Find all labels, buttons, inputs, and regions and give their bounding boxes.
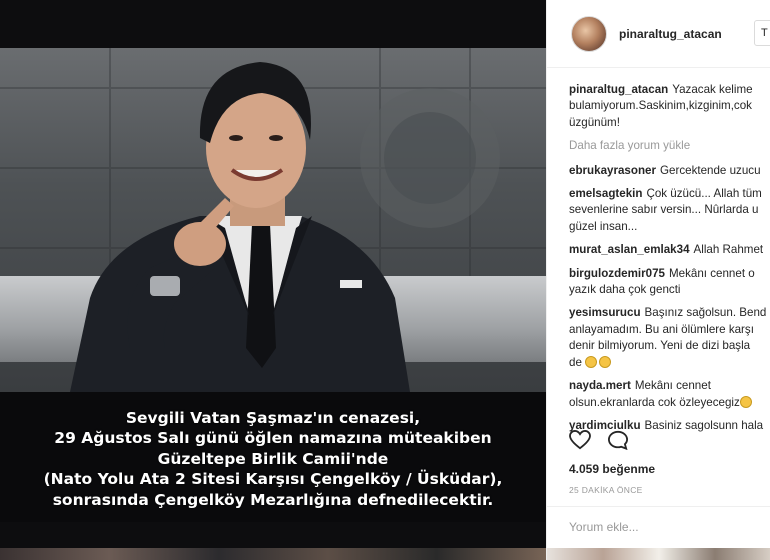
comment-text: Allah Rahmet — [693, 243, 764, 257]
comment-text: Mekânı cennet — [634, 379, 711, 393]
comment-list: pinaraltug_atacan Yazacak kelime bulamiyo… — [547, 68, 770, 434]
load-more-comments-link[interactable]: Daha fazla yorum yükle — [569, 138, 770, 154]
list-item: ebrukayrasoner Gercektende uzucu — [569, 163, 770, 179]
post-username[interactable]: pinaraltug_atacan — [619, 27, 722, 41]
related-thumbnails-strip — [0, 548, 546, 560]
comment-text: Basiniz sagolsunn hala — [644, 418, 764, 432]
comment-text: denir bilmiyorum. Yeni de dizi başla — [569, 339, 751, 353]
sad-face-emoji-icon — [739, 395, 752, 408]
image-caption-line: Sevgili Vatan Şaşmaz'ın cenazesi, — [125, 408, 421, 427]
sad-face-emoji-icon — [585, 355, 598, 368]
avatar[interactable] — [571, 15, 607, 52]
list-item: nayda.mert Mekânı cennet olsun.ekranlarda… — [569, 378, 770, 411]
image-caption-line: Güzeltepe Birlik Camii'nde — [157, 449, 389, 468]
post-media: Sevgili Vatan Şaşmaz'ın cenazesi, 29 Ağu… — [0, 0, 546, 560]
post-header: pinaraltug_atacan T — [547, 0, 770, 68]
heart-icon[interactable] — [569, 430, 591, 450]
post-actions — [569, 430, 629, 450]
comment-username[interactable]: murat_aslan_emlak34 — [569, 243, 690, 256]
post-photo — [0, 48, 546, 392]
follow-button[interactable]: T — [754, 20, 770, 46]
comment-username[interactable]: birgulozdemir075 — [569, 267, 665, 280]
comment-text: sevenlerine sabır versin... Nûrlarda u — [569, 203, 759, 217]
divider — [547, 506, 770, 507]
comment-username[interactable]: ebrukayrasoner — [569, 164, 656, 177]
list-item: emelsagtekin Çok üzücü... Allah tüm seven… — [569, 186, 770, 235]
post-timestamp: 25 DAKİKA ÖNCE — [569, 485, 643, 495]
comment-text: olsun.ekranlarda cok özleyecegiz — [569, 395, 740, 409]
post-caption: pinaraltug_atacan Yazacak kelime bulamiyo… — [569, 82, 769, 131]
man-in-suit-pointing-illustration — [0, 48, 546, 392]
comment-username[interactable]: emelsagtekin — [569, 187, 642, 200]
image-caption-line: sonrasında Çengelköy Mezarlığına defnedi… — [52, 490, 494, 509]
comment-text: yazık daha çok gencti — [569, 283, 681, 297]
add-comment-input[interactable]: Yorum ekle... — [569, 520, 639, 534]
likes-count[interactable]: 4.059 beğenme — [569, 462, 655, 476]
sad-face-emoji-icon — [599, 355, 612, 368]
comment-text: Mekânı cennet o — [669, 266, 755, 280]
related-thumbnails-strip — [547, 548, 770, 560]
list-item: birgulozdemir075 Mekânı cennet o yazık da… — [569, 266, 770, 299]
comment-text: Çok üzücü... Allah tüm — [646, 187, 762, 201]
image-caption-line: (Nato Yolu Ata 2 Sitesi Karşısı Çengelkö… — [43, 470, 503, 489]
comment-username[interactable]: yesimsurucu — [569, 306, 641, 319]
comment-bubble-icon[interactable] — [607, 430, 629, 450]
list-item: yesimsurucu Başınız sağolsun. Bend anlaya… — [569, 305, 770, 371]
list-item: murat_aslan_emlak34 Allah Rahmet — [569, 242, 770, 258]
comment-text: Gercektende uzucu — [660, 163, 761, 177]
comment-username[interactable]: nayda.mert — [569, 379, 631, 392]
comment-text: anlayamadım. Bu ani ölümlere karşı — [569, 322, 754, 336]
comment-text: Başınız sağolsun. Bend — [644, 306, 767, 320]
caption-username[interactable]: pinaraltug_atacan — [569, 83, 668, 96]
post-side-panel: pinaraltug_atacan T pinaraltug_atacan Yaz… — [546, 0, 770, 560]
image-caption-line: 29 Ağustos Salı günü öğlen namazına müte… — [54, 429, 492, 448]
comment-text: güzel insan... — [569, 219, 638, 233]
comment-text: de — [569, 355, 582, 369]
image-caption: Sevgili Vatan Şaşmaz'ın cenazesi, 29 Ağu… — [0, 392, 546, 522]
